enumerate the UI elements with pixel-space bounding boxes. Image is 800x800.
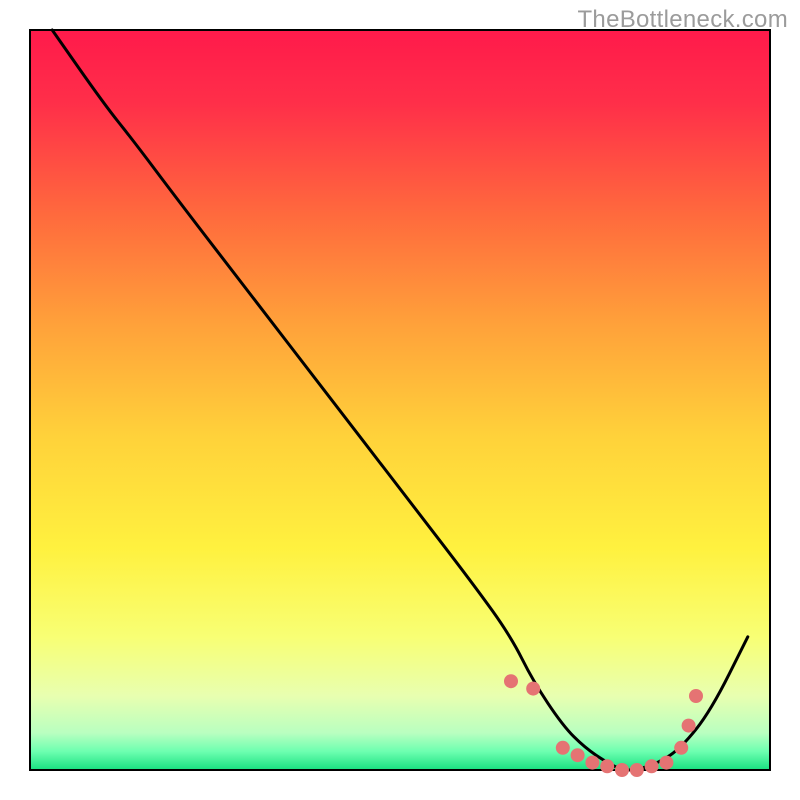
marker-dot bbox=[571, 748, 585, 762]
plot-background bbox=[30, 30, 770, 770]
marker-dot bbox=[682, 719, 696, 733]
marker-dot bbox=[526, 682, 540, 696]
marker-dot bbox=[615, 763, 629, 777]
marker-dot bbox=[674, 741, 688, 755]
marker-dot bbox=[504, 674, 518, 688]
chart-frame: TheBottleneck.com bbox=[0, 0, 800, 800]
bottleneck-chart bbox=[0, 0, 800, 800]
watermark-text: TheBottleneck.com bbox=[577, 6, 788, 34]
marker-dot bbox=[585, 756, 599, 770]
marker-dot bbox=[645, 759, 659, 773]
marker-dot bbox=[630, 763, 644, 777]
marker-dot bbox=[600, 759, 614, 773]
marker-dot bbox=[659, 756, 673, 770]
marker-dot bbox=[556, 741, 570, 755]
marker-dot bbox=[689, 689, 703, 703]
